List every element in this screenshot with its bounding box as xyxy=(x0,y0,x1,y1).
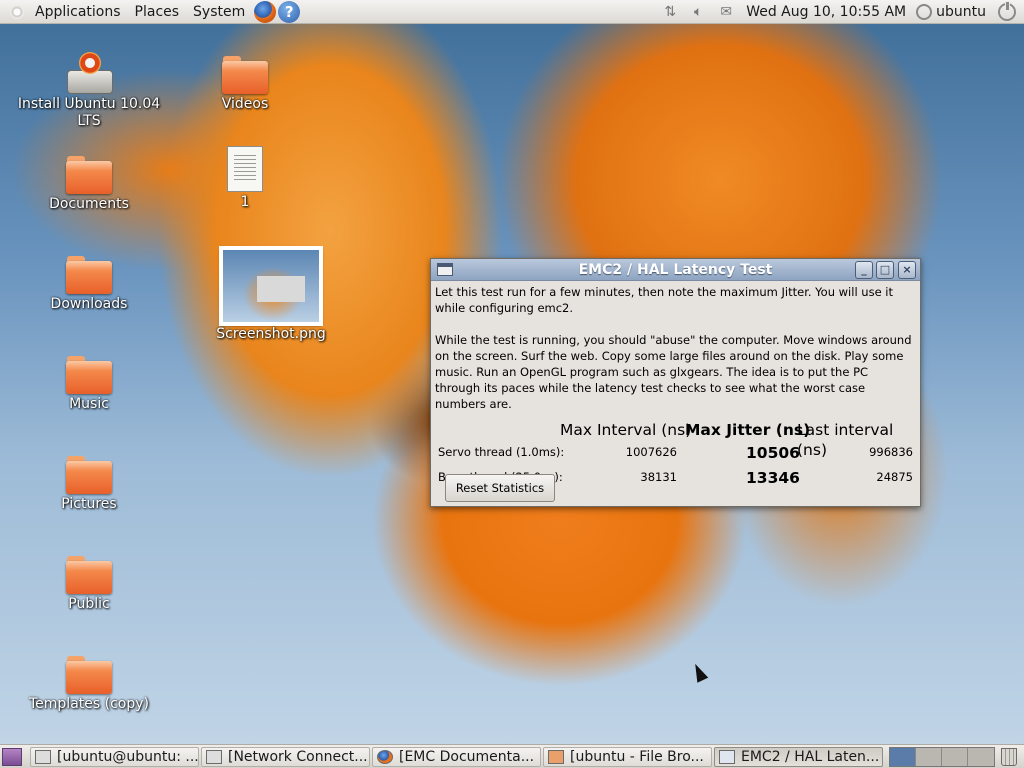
workspace-1[interactable] xyxy=(890,747,916,766)
taskbar-item-label: [ubuntu - File Bro... xyxy=(570,748,704,765)
workspace-4[interactable] xyxy=(968,747,994,766)
taskbar-item-label: [Network Connect... xyxy=(228,748,368,765)
desktop-icon-pictures[interactable]: Pictures xyxy=(14,454,164,513)
folder-icon xyxy=(65,654,113,694)
volume-icon[interactable]: 🔈︎ xyxy=(687,2,709,22)
base-max-interval: 38131 xyxy=(640,470,677,484)
file-browser-icon xyxy=(548,749,564,764)
taskbar-item-latency-test[interactable]: EMC2 / HAL Laten... xyxy=(714,746,883,767)
taskbar-item-firefox[interactable]: [EMC Documenta... xyxy=(372,746,541,767)
places-menu[interactable]: Places xyxy=(128,0,187,24)
servo-last-interval: 996836 xyxy=(869,445,913,459)
desktop-icon-label: 1 xyxy=(240,194,250,210)
desktop-icon-label: Videos xyxy=(221,96,269,112)
folder-icon xyxy=(65,454,113,494)
close-icon[interactable]: × xyxy=(898,261,916,279)
desktop-icon-label: Documents xyxy=(49,196,129,212)
network-icon[interactable]: ⇅ xyxy=(659,2,681,22)
mouse-cursor-icon xyxy=(689,661,709,683)
desktop-icon-screenshot[interactable]: Screenshot.png xyxy=(196,246,346,343)
desktop-icon-music[interactable]: Music xyxy=(14,354,164,413)
base-max-jitter: 13346 xyxy=(746,469,800,487)
taskbar-item-file-browser[interactable]: [ubuntu - File Bro... xyxy=(543,746,712,767)
applications-menu[interactable]: Applications xyxy=(28,0,128,24)
power-icon[interactable] xyxy=(998,0,1016,21)
folder-icon xyxy=(65,154,113,194)
user-menu[interactable]: ubuntu xyxy=(914,3,994,20)
desktop-icon-templates-copy[interactable]: Templates (copy) xyxy=(14,654,164,713)
desktop-icon-documents[interactable]: Documents xyxy=(14,154,164,213)
installer-icon xyxy=(65,50,113,94)
maximize-icon[interactable]: □ xyxy=(876,261,894,279)
window-title: EMC2 / HAL Latency Test xyxy=(578,262,773,278)
latency-test-window: EMC2 / HAL Latency Test _ □ × Let this t… xyxy=(430,258,921,507)
header-max-jitter: Max Jitter (ns) xyxy=(685,421,811,439)
taskbar-item-network[interactable]: [Network Connect... xyxy=(201,746,370,767)
desktop-icon-label: Templates (copy) xyxy=(29,696,149,712)
folder-icon xyxy=(65,554,113,594)
firefox-icon xyxy=(377,749,393,764)
desktop-icon-public[interactable]: Public xyxy=(14,554,164,613)
desktop-icon-label: Music xyxy=(69,396,109,412)
servo-max-interval: 1007626 xyxy=(625,445,677,459)
reset-statistics-button[interactable]: Reset Statistics xyxy=(445,474,555,502)
desktop-icon-label: Public xyxy=(68,596,110,612)
folder-icon xyxy=(221,54,269,94)
intro-text: Let this test run for a few minutes, the… xyxy=(435,285,894,315)
network-icon xyxy=(206,749,222,764)
firefox-icon[interactable] xyxy=(254,0,277,23)
bottom-panel: [ubuntu@ubuntu: ... [Network Connect... … xyxy=(0,744,1024,768)
clock[interactable]: Wed Aug 10, 10:55 AM xyxy=(740,4,914,20)
workspace-switcher[interactable] xyxy=(889,746,995,767)
terminal-icon xyxy=(35,749,51,764)
base-last-interval: 24875 xyxy=(876,470,913,484)
help-icon[interactable]: ? xyxy=(278,0,301,23)
image-thumbnail-icon xyxy=(219,246,323,326)
text-file-icon xyxy=(227,146,263,192)
workspace-3[interactable] xyxy=(942,747,968,766)
window-titlebar[interactable]: EMC2 / HAL Latency Test _ □ × xyxy=(431,259,920,281)
desktop-icon-label: Downloads xyxy=(50,296,128,312)
taskbar-item-label: [EMC Documenta... xyxy=(399,748,535,765)
taskbar-item-label: [ubuntu@ubuntu: ... xyxy=(57,748,198,765)
user-name: ubuntu xyxy=(936,3,986,20)
system-menu[interactable]: System xyxy=(186,0,252,24)
minimize-icon[interactable]: _ xyxy=(855,261,873,279)
row-label-servo: Servo thread (1.0ms): xyxy=(438,445,565,459)
header-max-interval: Max Interval (ns) xyxy=(560,421,692,439)
instructions-text: While the test is running, you should "a… xyxy=(435,333,912,411)
mail-icon[interactable]: ✉ xyxy=(715,2,737,22)
desktop-icon-label: Install Ubuntu 10.04 LTS xyxy=(17,96,161,129)
workspace-2[interactable] xyxy=(916,747,942,766)
desktop-icon-videos[interactable]: Videos xyxy=(170,54,320,113)
folder-icon xyxy=(65,354,113,394)
taskbar-item-label: EMC2 / HAL Laten... xyxy=(741,748,880,765)
notification-area: ⇅ 🔈︎ ✉ Wed Aug 10, 10:55 AM ubuntu xyxy=(656,0,1024,24)
servo-max-jitter: 10506 xyxy=(746,444,800,462)
desktop-icon-downloads[interactable]: Downloads xyxy=(14,254,164,313)
top-panel: Applications Places System ? ⇅ 🔈︎ ✉ Wed … xyxy=(0,0,1024,24)
folder-icon xyxy=(65,254,113,294)
window-icon xyxy=(719,749,735,764)
trash-icon[interactable] xyxy=(1001,747,1017,766)
desktop-icon-label: Pictures xyxy=(61,496,117,512)
desktop-icon-install-ubuntu[interactable]: Install Ubuntu 10.04 LTS xyxy=(14,50,164,130)
desktop-icon-label: Screenshot.png xyxy=(216,326,326,342)
gnome-foot-icon[interactable] xyxy=(6,1,28,23)
user-icon xyxy=(916,3,933,20)
taskbar-item-terminal[interactable]: [ubuntu@ubuntu: ... xyxy=(30,746,199,767)
desktop-icon-text-file[interactable]: 1 xyxy=(170,146,320,211)
window-content: Let this test run for a few minutes, the… xyxy=(431,281,920,504)
show-desktop-icon[interactable] xyxy=(2,747,22,766)
